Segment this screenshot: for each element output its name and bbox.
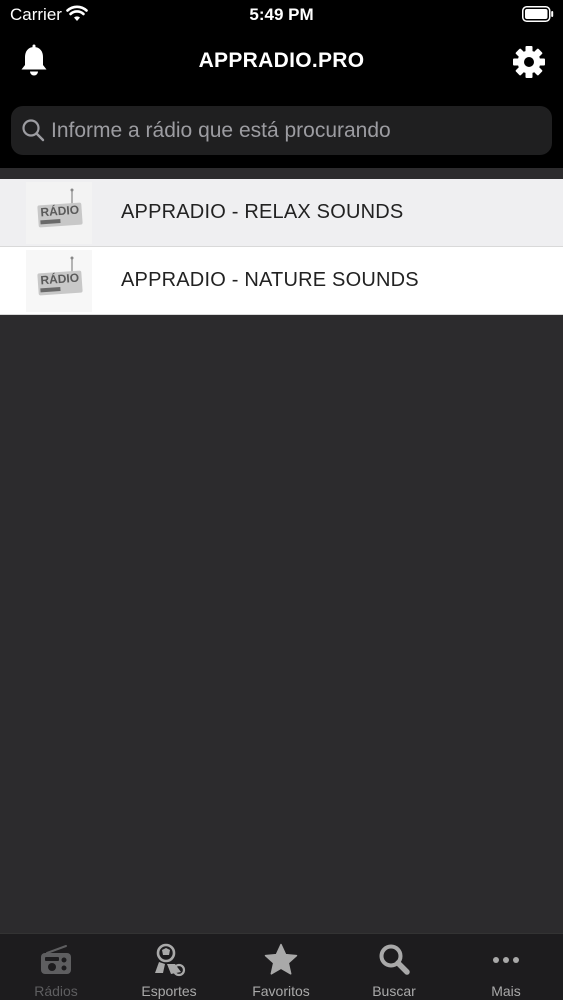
tab-mais[interactable]: Mais bbox=[450, 934, 562, 1000]
station-name: APPRADIO - RELAX SOUNDS bbox=[121, 201, 404, 223]
tab-label: Rádios bbox=[34, 983, 78, 999]
radio-app-logo: RÁDIO bbox=[26, 182, 92, 244]
station-name: APPRADIO - NATURE SOUNDS bbox=[121, 269, 419, 291]
list-item[interactable]: RÁDIO APPRADIO - RELAX SOUNDS bbox=[0, 179, 563, 247]
list-item[interactable]: RÁDIO APPRADIO - NATURE SOUNDS bbox=[0, 247, 563, 315]
navigation-bar: APPRADIO.PRO bbox=[0, 32, 563, 168]
status-time: 5:49 PM bbox=[249, 5, 314, 24]
tab-radios[interactable]: Rádios bbox=[0, 934, 112, 1000]
gear-icon[interactable] bbox=[512, 45, 546, 79]
tab-favoritos[interactable]: Favoritos bbox=[225, 934, 337, 1000]
tab-buscar[interactable]: Buscar bbox=[338, 934, 450, 1000]
tab-label: Mais bbox=[491, 983, 521, 999]
more-icon bbox=[493, 957, 519, 963]
status-bar: Carrier 5:49 PM bbox=[0, 0, 563, 32]
tab-label: Esportes bbox=[141, 983, 197, 999]
sports-icon bbox=[155, 943, 186, 977]
search-bar[interactable] bbox=[11, 106, 552, 155]
star-icon bbox=[264, 943, 298, 975]
tab-label: Favoritos bbox=[252, 983, 310, 999]
page-title: APPRADIO.PRO bbox=[198, 49, 365, 72]
station-list: RÁDIO APPRADIO - RELAX SOUNDS RÁDIO APPR… bbox=[0, 179, 563, 315]
search-input[interactable] bbox=[51, 106, 541, 155]
tab-label: Buscar bbox=[372, 983, 416, 999]
search-icon bbox=[379, 944, 410, 975]
tab-esportes[interactable]: Esportes bbox=[113, 934, 225, 1000]
logo-text: RÁDIO bbox=[40, 270, 80, 288]
radio-app-logo: RÁDIO bbox=[26, 250, 92, 312]
battery-icon bbox=[522, 6, 554, 22]
logo-text: RÁDIO bbox=[40, 202, 80, 220]
radio-icon bbox=[41, 945, 71, 974]
search-icon bbox=[22, 119, 45, 142]
tab-bar: Rádios Esportes Favoritos Buscar Mais bbox=[0, 933, 563, 1000]
